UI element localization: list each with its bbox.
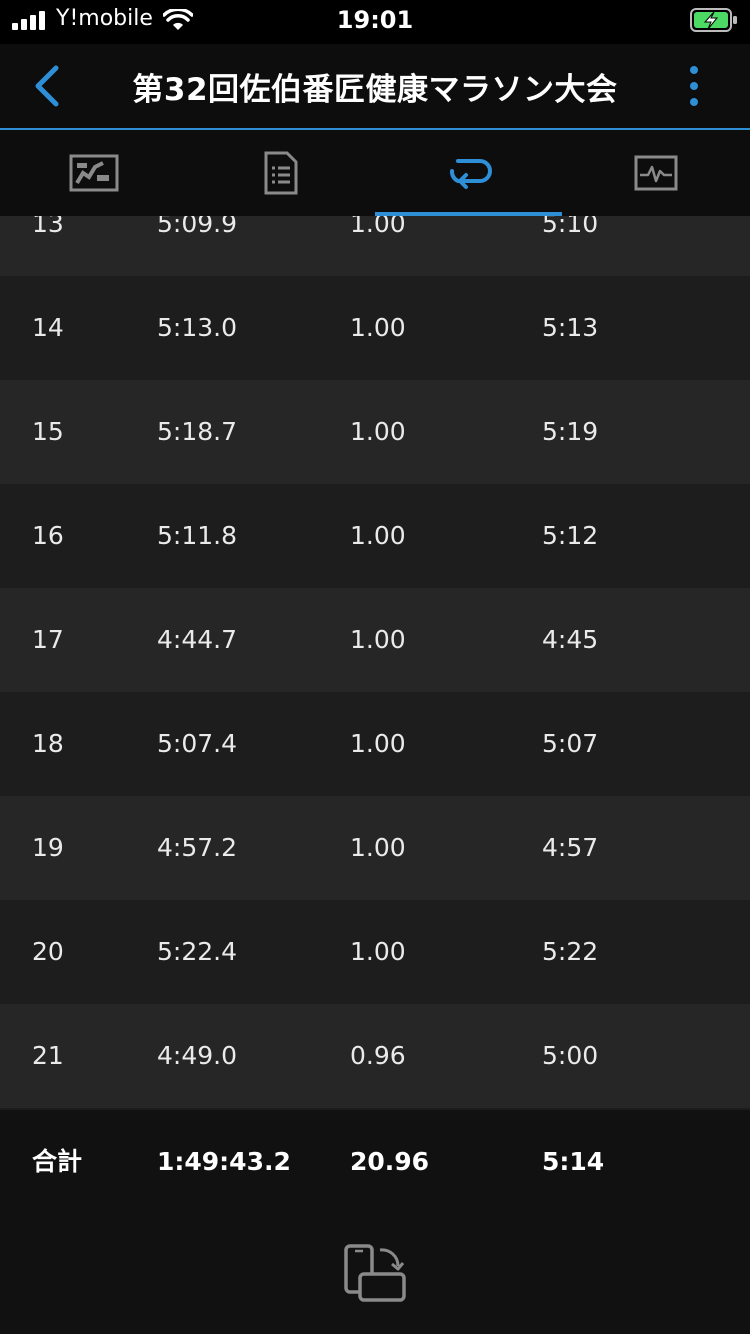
table-row: 17 4:44.7 1.00 4:45	[0, 588, 750, 692]
lap-distance: 1.00	[350, 417, 406, 446]
battery-charging-icon	[690, 8, 737, 32]
lap-pace: 5:13	[542, 313, 599, 342]
details-icon	[264, 151, 297, 195]
lap-number: 15	[32, 417, 64, 446]
navigation-bar: 第32回佐伯番匠健康マラソン大会	[0, 44, 750, 128]
more-options-icon[interactable]	[682, 64, 706, 108]
activity-title: 第32回佐伯番匠健康マラソン大会	[132, 72, 618, 108]
lap-number: 13	[32, 216, 64, 238]
rotate-screen-icon[interactable]	[340, 1242, 410, 1304]
lap-pace: 4:45	[542, 625, 599, 654]
lap-number: 18	[32, 729, 64, 758]
clock: 19:01	[336, 6, 414, 34]
table-row: 13 5:09.9 1.00 5:10	[0, 216, 750, 276]
table-row: 15 5:18.7 1.00 5:19	[0, 380, 750, 484]
map-icon	[69, 154, 118, 192]
lap-time: 5:09.9	[157, 216, 237, 238]
status-bar: Y!mobile 19:01	[0, 0, 750, 44]
tab-laps[interactable]	[375, 130, 562, 216]
tab-details[interactable]	[187, 130, 374, 216]
lap-time: 5:07.4	[157, 729, 237, 758]
lap-pace: 5:12	[542, 521, 599, 550]
lap-time: 5:11.8	[157, 521, 237, 550]
table-row: 18 5:07.4 1.00 5:07	[0, 692, 750, 796]
total-distance: 20.96	[350, 1147, 430, 1176]
table-row: 21 4:49.0 0.96 5:00	[0, 1004, 750, 1108]
total-time: 1:49:43.2	[157, 1147, 291, 1176]
lap-distance: 1.00	[350, 216, 406, 238]
lap-number: 20	[32, 937, 64, 966]
tab-bar	[0, 130, 750, 216]
lap-number: 19	[32, 833, 64, 862]
lap-time: 5:18.7	[157, 417, 237, 446]
lap-distance: 1.00	[350, 729, 406, 758]
lap-pace: 5:19	[542, 417, 599, 446]
back-chevron-icon[interactable]	[28, 64, 68, 108]
lap-distance: 1.00	[350, 313, 406, 342]
lap-distance: 0.96	[350, 1041, 406, 1070]
lap-pace: 4:57	[542, 833, 599, 862]
lap-time: 5:22.4	[157, 937, 237, 966]
lap-time: 4:44.7	[157, 625, 237, 654]
table-row: 16 5:11.8 1.00 5:12	[0, 484, 750, 588]
table-row: 19 4:57.2 1.00 4:57	[0, 796, 750, 900]
total-label: 合計	[32, 1147, 83, 1176]
chart-icon	[634, 155, 677, 191]
tab-charts[interactable]	[562, 130, 749, 216]
lap-pace: 5:22	[542, 937, 599, 966]
lap-distance: 1.00	[350, 625, 406, 654]
lap-pace: 5:07	[542, 729, 599, 758]
lap-time: 4:57.2	[157, 833, 237, 862]
lap-distance: 1.00	[350, 833, 406, 862]
table-row: 14 5:13.0 1.00 5:13	[0, 276, 750, 380]
lap-number: 14	[32, 313, 64, 342]
lap-number: 17	[32, 625, 64, 654]
lap-distance: 1.00	[350, 937, 406, 966]
tab-map[interactable]	[0, 130, 187, 216]
total-row: 合計 1:49:43.2 20.96 5:14	[0, 1110, 750, 1214]
lap-distance: 1.00	[350, 521, 406, 550]
lap-number: 21	[32, 1041, 64, 1070]
total-pace: 5:14	[542, 1147, 605, 1176]
laps-icon	[449, 159, 492, 189]
lap-number: 16	[32, 521, 64, 550]
bottom-toolbar	[0, 1214, 750, 1334]
table-row: 20 5:22.4 1.00 5:22	[0, 900, 750, 1004]
lap-time: 5:13.0	[157, 313, 237, 342]
lap-pace: 5:10	[542, 216, 599, 238]
lap-pace: 5:00	[542, 1041, 599, 1070]
lap-time: 4:49.0	[157, 1041, 237, 1070]
laps-table[interactable]: 13 5:09.9 1.00 5:10 14 5:13.0 1.00 5:13 …	[0, 216, 750, 1220]
laps-table-body: 13 5:09.9 1.00 5:10 14 5:13.0 1.00 5:13 …	[0, 216, 750, 1108]
